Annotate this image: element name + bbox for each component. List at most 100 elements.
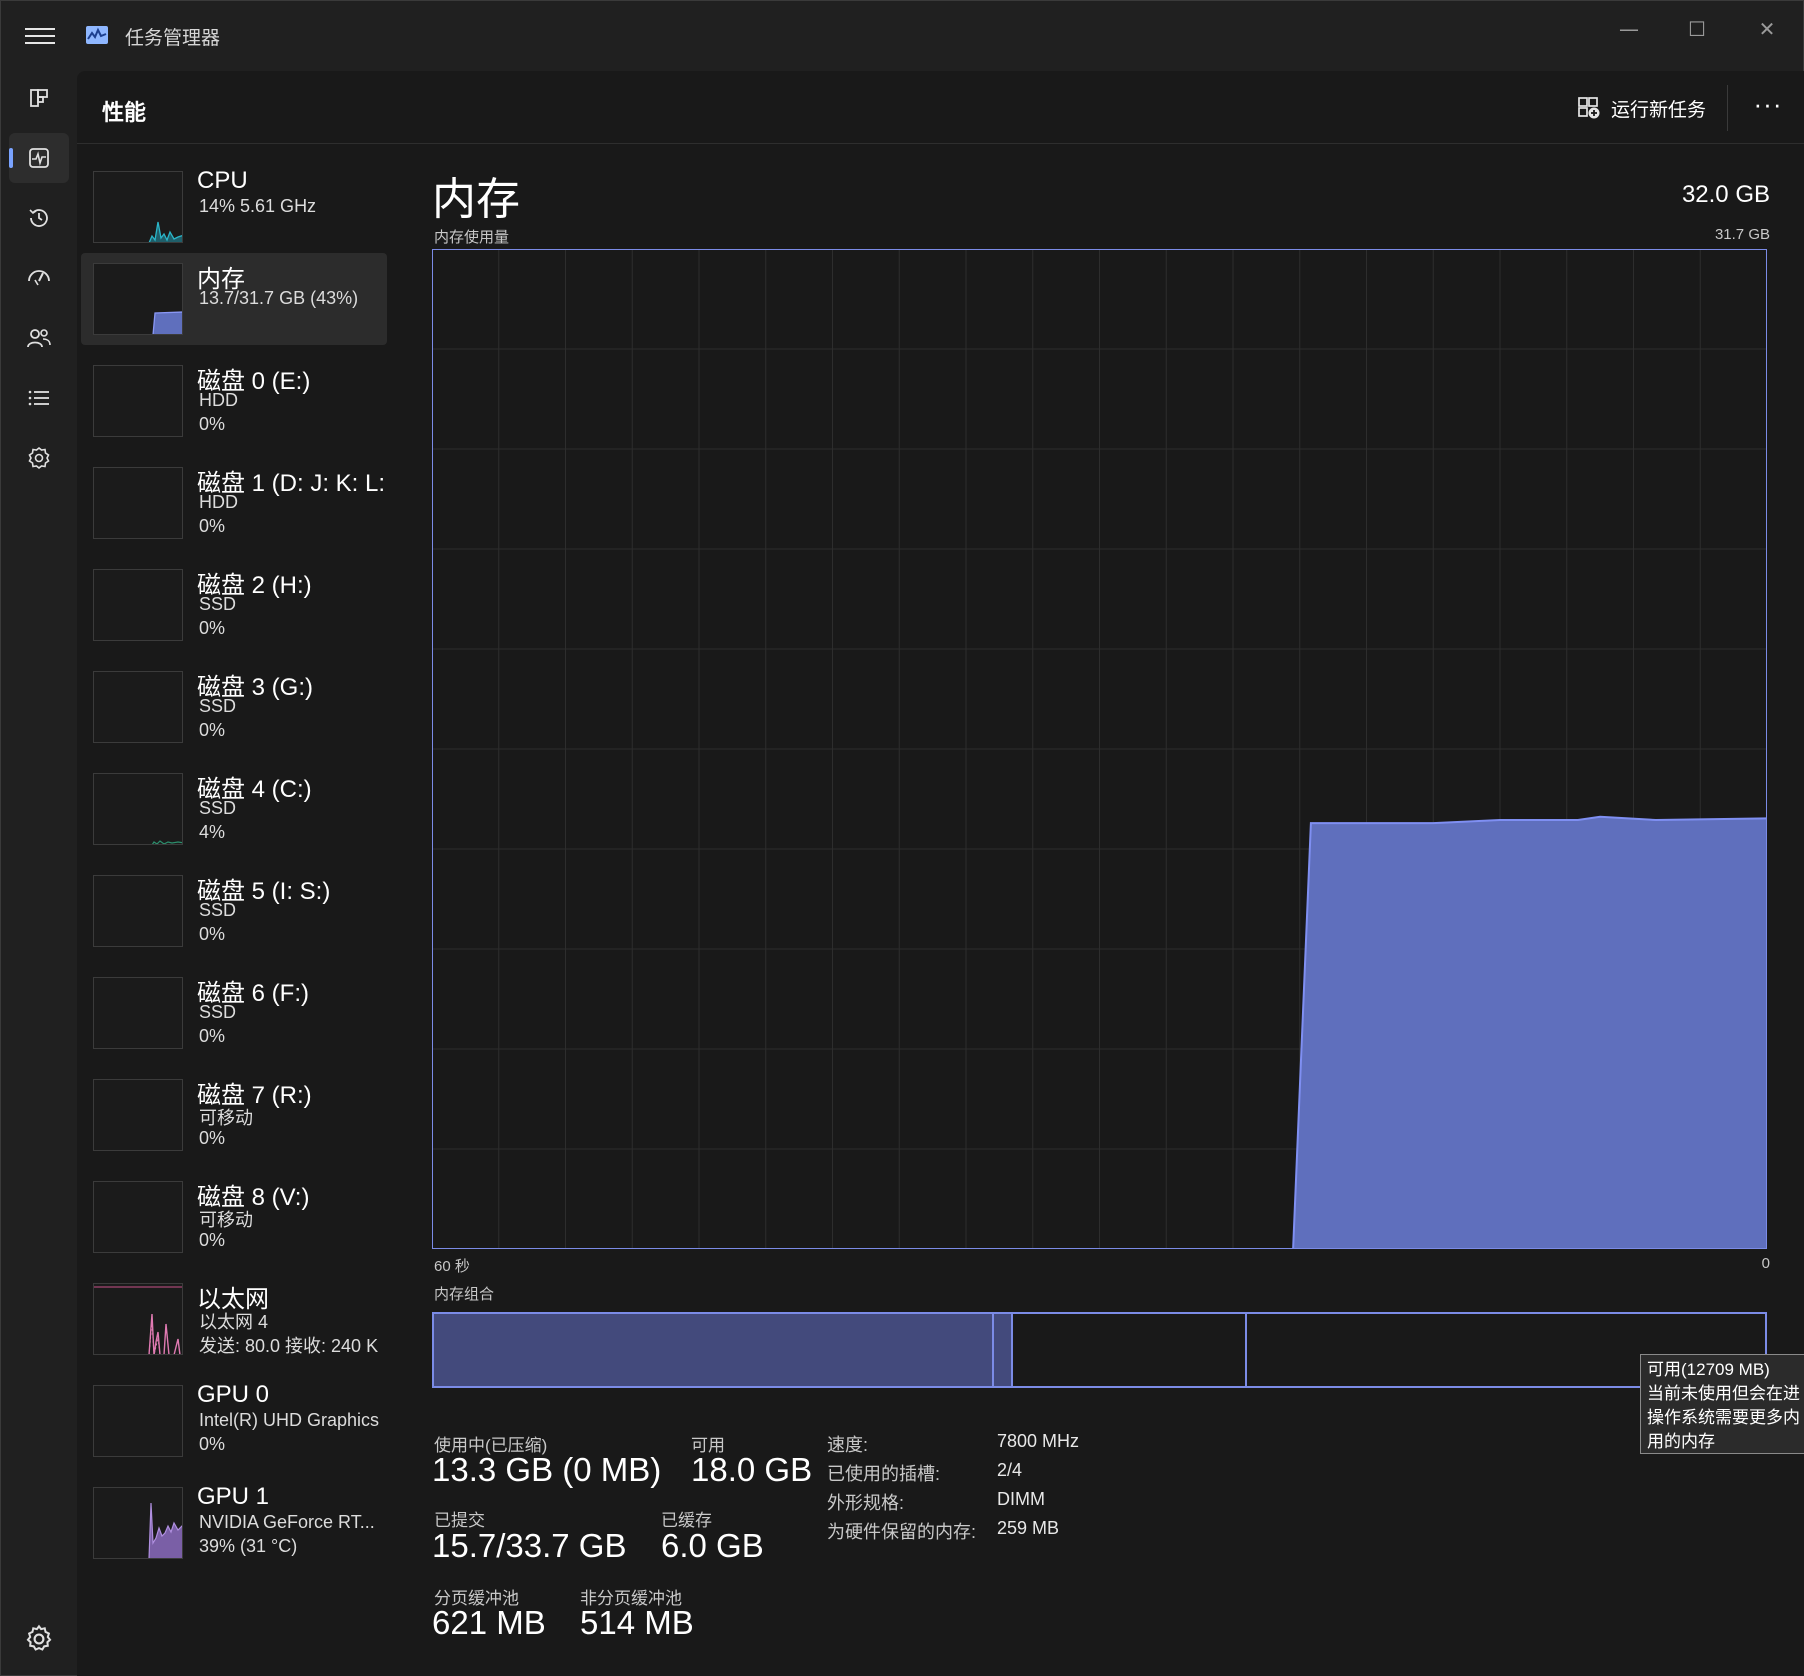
committed-value: 15.7/33.7 GB: [432, 1527, 627, 1564]
nav-performance[interactable]: [9, 133, 69, 183]
device-disk-1[interactable]: 磁盘 1 (D: J: K: L: HDD 0%: [81, 457, 387, 549]
memory-usage-chart: [432, 249, 1767, 1249]
device-usage: 0%: [199, 1434, 226, 1454]
device-type: 可移动: [199, 1108, 253, 1128]
device-gpu-0[interactable]: GPU 0 Intel(R) UHD Graphics 0%: [81, 1375, 387, 1467]
device-disk-4[interactable]: 磁盘 4 (C:) SSD 4%: [81, 763, 387, 855]
device-usage: 0%: [199, 720, 226, 740]
device-usage: 39% (31 °C): [199, 1536, 298, 1556]
disk-thumbnail-graph: [93, 1079, 183, 1151]
in-use-value: 13.3 GB (0 MB): [432, 1451, 662, 1488]
cached-value: 6.0 GB: [661, 1527, 764, 1564]
more-options-button[interactable]: ···: [1745, 87, 1791, 127]
disk-thumbnail-graph: [93, 467, 183, 539]
device-type: SSD: [199, 696, 237, 716]
device-disk-5[interactable]: 磁盘 5 (I: S:) SSD 0%: [81, 865, 387, 957]
disk-thumbnail-graph: [93, 569, 183, 641]
composition-standby[interactable]: [1013, 1314, 1247, 1386]
nav-app-history[interactable]: [9, 193, 69, 243]
hamburger-menu-icon[interactable]: [25, 23, 55, 49]
device-type: SSD: [199, 594, 237, 614]
disk-thumbnail-graph: [93, 977, 183, 1049]
device-ethernet[interactable]: 以太网 以太网 4 发送: 80.0 接收: 240 K: [81, 1273, 387, 1365]
task-manager-app-icon: [86, 26, 108, 44]
minimize-button[interactable]: —: [1599, 9, 1659, 49]
composition-tooltip: 可用(12709 MB) 当前未使用但会在进 操作系统需要更多内 用的内存: [1640, 1354, 1804, 1454]
gpu1-thumbnail-graph: [93, 1487, 183, 1559]
device-model: Intel(R) UHD Graphics: [199, 1410, 380, 1430]
spec-speed-label: 速度:: [827, 1435, 869, 1455]
details-icon: [28, 390, 49, 406]
device-type: HDD: [199, 390, 238, 410]
close-button[interactable]: ✕: [1737, 9, 1797, 49]
memory-composition-label: 内存组合: [434, 1286, 495, 1303]
disk-thumbnail-graph: [93, 365, 183, 437]
device-disk-6[interactable]: 磁盘 6 (F:) SSD 0%: [81, 967, 387, 1059]
device-throughput: 发送: 80.0 接收: 240 K: [199, 1336, 379, 1356]
tooltip-line: 用的内存: [1647, 1432, 1715, 1451]
performance-panel: 性能 运行新任务 ··· CPU 14% 5.61 GHz 内存 13.7/31…: [77, 71, 1804, 1676]
device-type: SSD: [199, 900, 237, 920]
spec-form-factor-label: 外形规格:: [827, 1493, 905, 1513]
maximize-button[interactable]: ☐: [1667, 9, 1727, 49]
tooltip-line: 可用(12709 MB): [1647, 1360, 1770, 1379]
nav-services[interactable]: [9, 433, 69, 483]
device-type: HDD: [199, 492, 238, 512]
device-gpu-1[interactable]: GPU 1 NVIDIA GeForce RT... 39% (31 °C): [81, 1477, 387, 1569]
device-disk-0[interactable]: 磁盘 0 (E:) HDD 0%: [81, 355, 387, 447]
memory-composition-bar[interactable]: [432, 1312, 1767, 1388]
tooltip-line: 当前未使用但会在进: [1647, 1384, 1800, 1403]
spec-speed-value: 7800 MHz: [997, 1431, 1080, 1451]
device-usage: 0%: [199, 1128, 226, 1148]
device-type: SSD: [199, 1002, 237, 1022]
device-cpu[interactable]: CPU 14% 5.61 GHz: [81, 161, 387, 253]
ethernet-thumbnail-graph: [93, 1283, 183, 1355]
spec-form-factor-value: DIMM: [997, 1489, 1045, 1509]
device-detail: 14% 5.61 GHz: [199, 196, 317, 216]
device-type: SSD: [199, 798, 237, 818]
spec-reserved-value: 259 MB: [997, 1518, 1060, 1538]
nonpaged-pool-value: 514 MB: [580, 1604, 694, 1641]
nav-startup-apps[interactable]: [9, 253, 69, 303]
device-adapter: 以太网 4: [199, 1312, 269, 1332]
spec-slots-value: 2/4: [997, 1460, 1023, 1480]
nav-rail: [1, 71, 77, 1676]
run-task-label: 运行新任务: [1611, 99, 1707, 121]
processes-icon: [30, 89, 48, 107]
spec-slots-label: 已使用的插槽:: [827, 1464, 941, 1484]
header-divider: [1727, 85, 1728, 131]
page-title: 性能: [102, 100, 147, 125]
device-disk-7[interactable]: 磁盘 7 (R:) 可移动 0%: [81, 1069, 387, 1161]
device-usage: 0%: [199, 1230, 226, 1250]
device-memory[interactable]: 内存 13.7/31.7 GB (43%): [81, 253, 387, 345]
memory-thumbnail-graph: [93, 263, 183, 335]
memory-usage-label: 内存使用量: [434, 229, 510, 246]
title-bar: 任务管理器 — ☐ ✕: [1, 1, 1804, 71]
composition-modified[interactable]: [994, 1314, 1013, 1386]
available-value: 18.0 GB: [691, 1451, 813, 1488]
memory-total: 32.0 GB: [1681, 181, 1770, 208]
memory-title: 内存: [432, 175, 520, 224]
device-usage: 0%: [199, 618, 226, 638]
task-manager-window: 任务管理器 — ☐ ✕ 性能 运行新任务 ··· CPU 14% 5.61 GH…: [0, 0, 1804, 1676]
device-disk-8[interactable]: 磁盘 8 (V:) 可移动 0%: [81, 1171, 387, 1263]
startup-icon: [28, 270, 50, 286]
cpu-thumbnail-graph: [93, 171, 183, 243]
nav-users[interactable]: [9, 313, 69, 363]
nav-processes[interactable]: [9, 73, 69, 123]
disk-thumbnail-graph: [93, 875, 183, 947]
tooltip-line: 操作系统需要更多内: [1647, 1408, 1800, 1427]
x-axis-left-label: 60 秒: [434, 1258, 470, 1275]
composition-in-use[interactable]: [434, 1314, 994, 1386]
gear-icon[interactable]: [23, 1623, 55, 1655]
x-axis-right-label: 0: [1761, 1255, 1770, 1272]
run-new-task-button[interactable]: 运行新任务: [1577, 91, 1706, 125]
device-usage: 0%: [199, 414, 226, 434]
services-icon: [28, 446, 50, 470]
device-name: GPU 1: [197, 1483, 270, 1510]
performance-icon: [29, 148, 49, 168]
device-disk-3[interactable]: 磁盘 3 (G:) SSD 0%: [81, 661, 387, 753]
device-disk-2[interactable]: 磁盘 2 (H:) SSD 0%: [81, 559, 387, 651]
nav-details[interactable]: [9, 373, 69, 423]
device-detail: 13.7/31.7 GB (43%): [199, 288, 359, 308]
